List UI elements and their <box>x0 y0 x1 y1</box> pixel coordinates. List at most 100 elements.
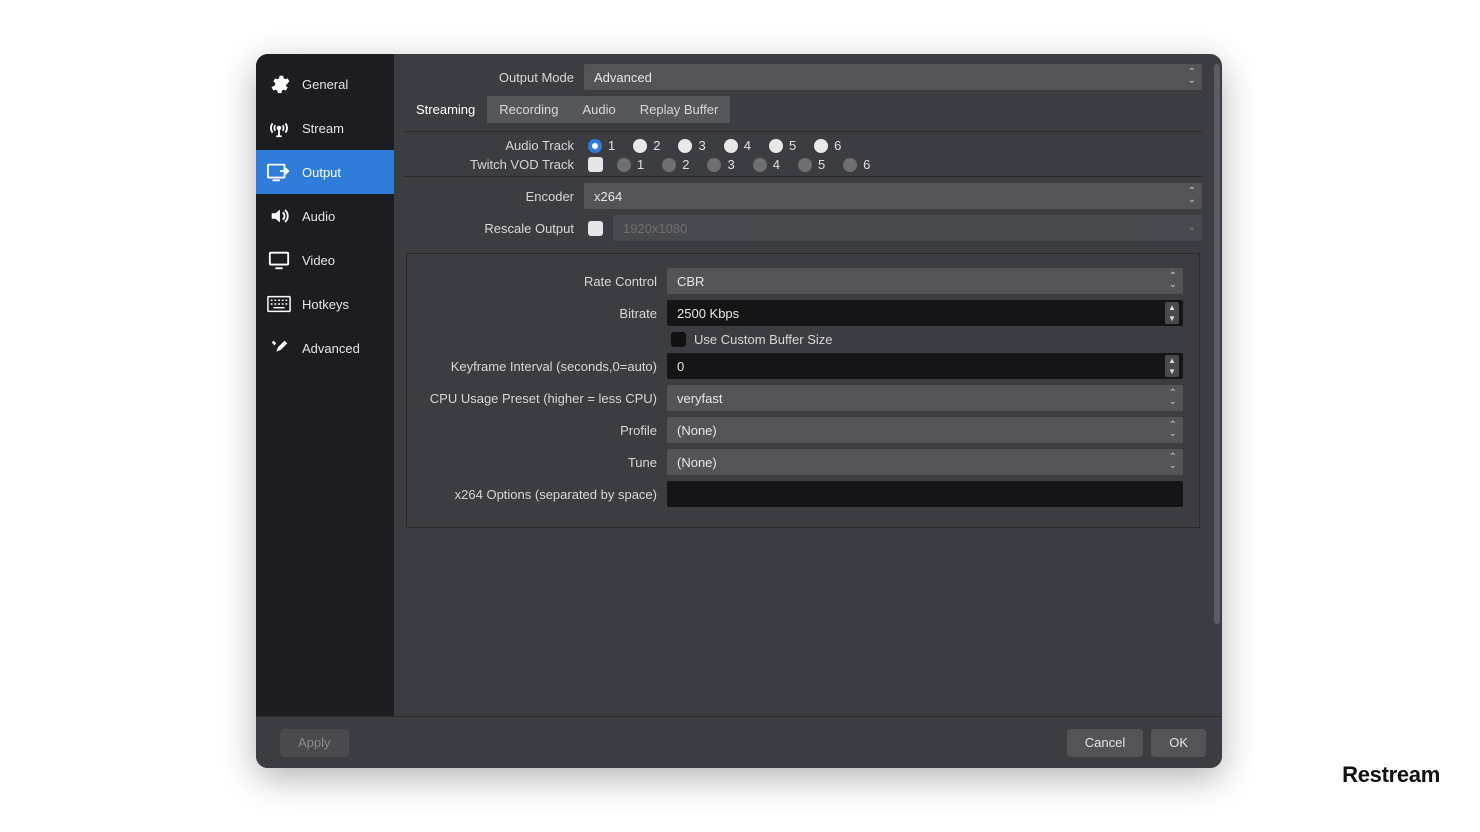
encoder-value: x264 <box>594 189 622 204</box>
radio-dot-icon <box>798 158 812 172</box>
radio-dot-icon <box>633 139 647 153</box>
custom-buffer-row: Use Custom Buffer Size <box>407 332 1183 347</box>
output-mode-label: Output Mode <box>404 70 584 85</box>
vod-track-1[interactable]: 1 <box>617 157 644 172</box>
sidebar-item-stream[interactable]: Stream <box>256 106 394 150</box>
audio-track-row: Audio Track 1 2 3 4 5 6 <box>404 138 1202 153</box>
cancel-button[interactable]: Cancel <box>1067 729 1143 757</box>
radio-dot-icon <box>753 158 767 172</box>
chevron-updown-icon: ⌃⌄ <box>1169 390 1177 406</box>
scrollbar-thumb[interactable] <box>1214 64 1220 624</box>
stepper-icon[interactable]: ▲▼ <box>1165 302 1179 324</box>
audio-track-1[interactable]: 1 <box>588 138 615 153</box>
chevron-updown-icon: ⌃⌄ <box>1169 422 1177 438</box>
output-icon <box>266 159 292 185</box>
sidebar-item-label: General <box>302 77 348 92</box>
content-panel: Output Mode Advanced ⌃⌄ Streaming Record… <box>394 54 1222 716</box>
sidebar-item-video[interactable]: Video <box>256 238 394 282</box>
speaker-icon <box>266 203 292 229</box>
sidebar-item-general[interactable]: General <box>256 62 394 106</box>
output-mode-row: Output Mode Advanced ⌃⌄ <box>404 64 1202 90</box>
sidebar-item-label: Output <box>302 165 341 180</box>
custom-buffer-checkbox[interactable] <box>671 332 686 347</box>
sidebar-item-label: Hotkeys <box>302 297 349 312</box>
twitch-vod-row: Twitch VOD Track 1 2 3 4 5 6 <box>404 157 1202 172</box>
x264opts-input[interactable] <box>667 481 1183 507</box>
output-tabs: Streaming Recording Audio Replay Buffer <box>404 96 1202 123</box>
vod-track-5[interactable]: 5 <box>798 157 825 172</box>
radio-dot-icon <box>843 158 857 172</box>
profile-select[interactable]: (None) ⌃⌄ <box>667 417 1183 443</box>
content-scrollbar[interactable] <box>1212 64 1222 706</box>
radio-dot-icon <box>707 158 721 172</box>
sidebar-item-label: Advanced <box>302 341 360 356</box>
audio-track-label: Audio Track <box>404 138 584 153</box>
keyframe-row: Keyframe Interval (seconds,0=auto) 0 ▲▼ <box>407 353 1183 379</box>
tune-select[interactable]: (None) ⌃⌄ <box>667 449 1183 475</box>
encoder-settings-section: Rate Control CBR ⌃⌄ Bitrate 2500 Kbps ▲▼ <box>406 253 1200 528</box>
rescale-checkbox[interactable] <box>588 221 603 236</box>
tab-audio[interactable]: Audio <box>571 96 628 123</box>
chevron-updown-icon: ⌃⌄ <box>1188 188 1196 204</box>
keyframe-label: Keyframe Interval (seconds,0=auto) <box>407 359 667 374</box>
rate-control-select[interactable]: CBR ⌃⌄ <box>667 268 1183 294</box>
sidebar-item-label: Audio <box>302 209 335 224</box>
radio-dot-icon <box>724 139 738 153</box>
audio-track-3[interactable]: 3 <box>678 138 705 153</box>
vod-track-2[interactable]: 2 <box>662 157 689 172</box>
tools-icon <box>266 335 292 361</box>
tune-label: Tune <box>407 455 667 470</box>
radio-dot-icon <box>588 139 602 153</box>
x264opts-row: x264 Options (separated by space) <box>407 481 1183 507</box>
audio-track-2[interactable]: 2 <box>633 138 660 153</box>
output-mode-select[interactable]: Advanced ⌃⌄ <box>584 64 1202 90</box>
tab-recording[interactable]: Recording <box>487 96 570 123</box>
chevron-updown-icon: ⌃⌄ <box>1188 69 1196 85</box>
bitrate-row: Bitrate 2500 Kbps ▲▼ <box>407 300 1183 326</box>
radio-dot-icon <box>678 139 692 153</box>
audio-track-4[interactable]: 4 <box>724 138 751 153</box>
divider <box>404 131 1202 132</box>
x264opts-label: x264 Options (separated by space) <box>407 487 667 502</box>
tab-replay-buffer[interactable]: Replay Buffer <box>628 96 731 123</box>
main-area: General Stream Output Audio <box>256 54 1222 716</box>
twitch-vod-checkbox[interactable] <box>588 157 603 172</box>
radio-dot-icon <box>814 139 828 153</box>
rate-control-label: Rate Control <box>407 274 667 289</box>
keyframe-input[interactable]: 0 ▲▼ <box>667 353 1183 379</box>
ok-button[interactable]: OK <box>1151 729 1206 757</box>
custom-buffer-label: Use Custom Buffer Size <box>694 332 832 347</box>
sidebar-item-label: Video <box>302 253 335 268</box>
sidebar-item-audio[interactable]: Audio <box>256 194 394 238</box>
sidebar: General Stream Output Audio <box>256 54 394 716</box>
vod-track-3[interactable]: 3 <box>707 157 734 172</box>
rescale-row: Rescale Output 1920x1080 ⌄ <box>404 215 1202 241</box>
radio-dot-icon <box>617 158 631 172</box>
divider <box>404 176 1202 177</box>
cpu-preset-row: CPU Usage Preset (higher = less CPU) ver… <box>407 385 1183 411</box>
brand-watermark: Restream <box>1342 762 1440 788</box>
bitrate-input[interactable]: 2500 Kbps ▲▼ <box>667 300 1183 326</box>
vod-track-6[interactable]: 6 <box>843 157 870 172</box>
audio-track-6[interactable]: 6 <box>814 138 841 153</box>
antenna-icon <box>266 115 292 141</box>
rescale-select[interactable]: 1920x1080 ⌄ <box>613 215 1202 241</box>
cpu-preset-select[interactable]: veryfast ⌃⌄ <box>667 385 1183 411</box>
rescale-value: 1920x1080 <box>623 221 687 236</box>
audio-track-5[interactable]: 5 <box>769 138 796 153</box>
vod-track-4[interactable]: 4 <box>753 157 780 172</box>
apply-button[interactable]: Apply <box>280 729 349 757</box>
radio-dot-icon <box>662 158 676 172</box>
cpu-preset-label: CPU Usage Preset (higher = less CPU) <box>407 391 667 406</box>
sidebar-item-output[interactable]: Output <box>256 150 394 194</box>
tab-streaming[interactable]: Streaming <box>404 96 487 123</box>
sidebar-item-hotkeys[interactable]: Hotkeys <box>256 282 394 326</box>
profile-row: Profile (None) ⌃⌄ <box>407 417 1183 443</box>
sidebar-item-advanced[interactable]: Advanced <box>256 326 394 370</box>
gear-icon <box>266 71 292 97</box>
encoder-select[interactable]: x264 ⌃⌄ <box>584 183 1202 209</box>
chevron-down-icon: ⌄ <box>1188 224 1196 232</box>
tune-row: Tune (None) ⌃⌄ <box>407 449 1183 475</box>
rate-control-row: Rate Control CBR ⌃⌄ <box>407 268 1183 294</box>
stepper-icon[interactable]: ▲▼ <box>1165 355 1179 377</box>
